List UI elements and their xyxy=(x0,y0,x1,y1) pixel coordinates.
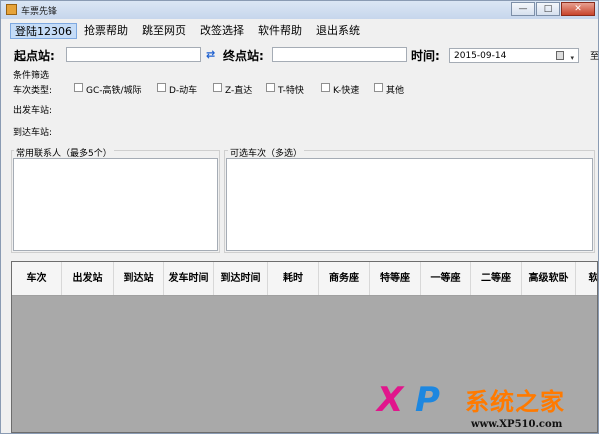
menu-bar: 登陆12306 抢票帮助 跳至网页 改签选择 软件帮助 退出系统 xyxy=(1,21,598,41)
checkbox-d-label[interactable]: D-动车 xyxy=(169,83,197,96)
train-type-label: 车次类型: xyxy=(13,86,53,96)
checkbox-t[interactable] xyxy=(266,83,275,92)
trains-listbox[interactable] xyxy=(226,158,593,251)
window-title: 车票先锋 xyxy=(21,7,58,17)
col-depart-time[interactable]: 发车时间 xyxy=(164,262,214,295)
col-premium[interactable]: 特等座 xyxy=(370,262,421,295)
maximize-button[interactable]: □ xyxy=(536,2,560,16)
checkbox-gc-label[interactable]: GC-高铁/城际 xyxy=(86,83,142,96)
to-station-label: 终点站: xyxy=(223,49,264,63)
arrival-station-label: 到达车站: xyxy=(13,128,53,138)
app-window: 车票先锋 — □ ✕ 登陆12306 抢票帮助 跳至网页 改签选择 软件帮助 退… xyxy=(0,0,599,434)
menu-login-12306[interactable]: 登陆12306 xyxy=(10,23,77,39)
watermark-p: P xyxy=(415,380,440,420)
checkbox-k-label[interactable]: K-快速 xyxy=(333,83,359,96)
chevron-down-icon[interactable]: ▾ xyxy=(570,51,574,65)
checkbox-k[interactable] xyxy=(321,83,330,92)
col-business[interactable]: 商务座 xyxy=(319,262,370,295)
col-soft[interactable]: 软 xyxy=(576,262,598,295)
col-arrive-time[interactable]: 到达时间 xyxy=(214,262,268,295)
departure-station-label: 出发车站: xyxy=(13,106,53,116)
checkbox-z-label[interactable]: Z-直达 xyxy=(225,83,252,96)
time-label: 时间: xyxy=(411,49,440,63)
col-deluxe-sleeper[interactable]: 高级软卧 xyxy=(522,262,576,295)
checkbox-gc[interactable] xyxy=(74,83,83,92)
col-second-class[interactable]: 二等座 xyxy=(471,262,522,295)
watermark-name: 系统之家 xyxy=(465,388,565,416)
title-bar[interactable]: 车票先锋 — □ ✕ xyxy=(1,1,598,19)
menu-goto-webpage[interactable]: 跳至网页 xyxy=(138,23,190,39)
checkbox-other[interactable] xyxy=(374,83,383,92)
close-button[interactable]: ✕ xyxy=(561,2,595,16)
swap-stations-icon[interactable]: ⇄ xyxy=(206,48,215,61)
menu-exit[interactable]: 退出系统 xyxy=(312,23,364,39)
col-departure[interactable]: 出发站 xyxy=(62,262,114,295)
grid-header: 车次 出发站 到达站 发车时间 到达时间 耗时 商务座 特等座 一等座 二等座 … xyxy=(12,262,598,296)
watermark-x: X xyxy=(377,380,404,420)
right-edge-text: 至 xyxy=(590,52,599,62)
menu-grab-help[interactable]: 抢票帮助 xyxy=(80,23,132,39)
xp510-watermark: X P 系统之家 www.XP510.com xyxy=(371,376,599,435)
minimize-button[interactable]: — xyxy=(511,2,535,16)
from-station-label: 起点站: xyxy=(14,49,55,63)
menu-software-help[interactable]: 软件帮助 xyxy=(254,23,306,39)
date-picker[interactable]: 2015-09-14 ▾ xyxy=(449,48,579,63)
contacts-listbox[interactable] xyxy=(13,158,218,251)
checkbox-z[interactable] xyxy=(213,83,222,92)
ticket-app-icon xyxy=(6,4,17,15)
checkbox-other-label[interactable]: 其他 xyxy=(386,83,404,96)
col-first-class[interactable]: 一等座 xyxy=(421,262,471,295)
filter-group-title: 条件筛选 xyxy=(13,71,50,81)
col-arrival[interactable]: 到达站 xyxy=(114,262,164,295)
watermark-url: www.XP510.com xyxy=(471,419,563,430)
menu-change-selection[interactable]: 改签选择 xyxy=(196,23,248,39)
col-train-no[interactable]: 车次 xyxy=(12,262,62,295)
from-station-input[interactable] xyxy=(66,47,201,62)
checkbox-t-label[interactable]: T-特快 xyxy=(278,83,304,96)
date-value: 2015-09-14 xyxy=(454,51,507,61)
col-duration[interactable]: 耗时 xyxy=(268,262,319,295)
to-station-input[interactable] xyxy=(272,47,407,62)
checkbox-d[interactable] xyxy=(157,83,166,92)
calendar-icon[interactable] xyxy=(556,51,564,60)
